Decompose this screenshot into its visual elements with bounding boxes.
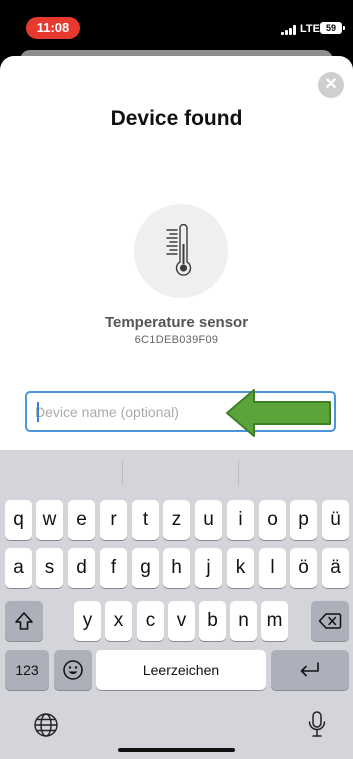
device-name-input[interactable] [35,393,225,430]
key-h[interactable]: h [163,548,190,588]
return-key[interactable] [271,650,349,690]
key-z[interactable]: z [163,500,190,540]
key-f[interactable]: f [100,548,127,588]
key-a-umlaut[interactable]: ä [322,548,349,588]
text-caret [37,402,39,422]
key-c[interactable]: c [137,601,164,641]
key-p[interactable]: p [290,500,317,540]
key-q[interactable]: q [5,500,32,540]
globe-icon[interactable] [33,712,59,738]
device-id: 6C1DEB039F09 [134,334,219,346]
emoji-key[interactable] [54,650,92,690]
key-y[interactable]: y [74,601,101,641]
signal-icon [281,25,297,35]
delete-key[interactable] [311,601,349,641]
key-r[interactable]: r [100,500,127,540]
key-v[interactable]: v [168,601,195,641]
key-t[interactable]: t [132,500,159,540]
device-icon-circle [134,204,228,298]
network-type: LTE [300,23,320,35]
shift-key[interactable] [5,601,43,641]
page-title: Device found [110,107,243,130]
delete-icon [318,613,342,629]
device-name: Temperature sensor [104,314,249,331]
status-bar: 11:08 LTE 59 [0,0,353,46]
key-b[interactable]: b [199,601,226,641]
space-key[interactable]: Leerzeichen [96,650,266,690]
key-k[interactable]: k [227,548,254,588]
key-o-umlaut[interactable]: ö [290,548,317,588]
key-d[interactable]: d [68,548,95,588]
emoji-icon [63,660,83,680]
numbers-key[interactable]: 123 [5,650,49,690]
home-indicator [118,748,235,752]
key-n[interactable]: n [230,601,257,641]
return-icon [300,662,319,677]
key-a[interactable]: a [5,548,32,588]
key-s[interactable]: s [36,548,63,588]
suggestion-divider [122,461,123,485]
arrow-left-icon [226,389,331,437]
battery-icon: 59 [320,22,345,34]
key-w[interactable]: w [36,500,63,540]
key-j[interactable]: j [195,548,222,588]
key-g[interactable]: g [132,548,159,588]
key-x[interactable]: x [105,601,132,641]
shift-icon [15,612,33,630]
microphone-icon[interactable] [307,710,327,740]
key-m[interactable]: m [261,601,288,641]
key-u-umlaut[interactable]: ü [322,500,349,540]
close-button[interactable]: ✕ [318,72,344,98]
thermometer-icon [166,224,192,276]
key-i[interactable]: i [227,500,254,540]
key-u[interactable]: u [195,500,222,540]
key-o[interactable]: o [259,500,286,540]
suggestion-divider [238,461,239,485]
key-e[interactable]: e [68,500,95,540]
status-time: 11:08 [26,17,80,39]
close-icon: ✕ [324,76,338,93]
key-l[interactable]: l [259,548,286,588]
